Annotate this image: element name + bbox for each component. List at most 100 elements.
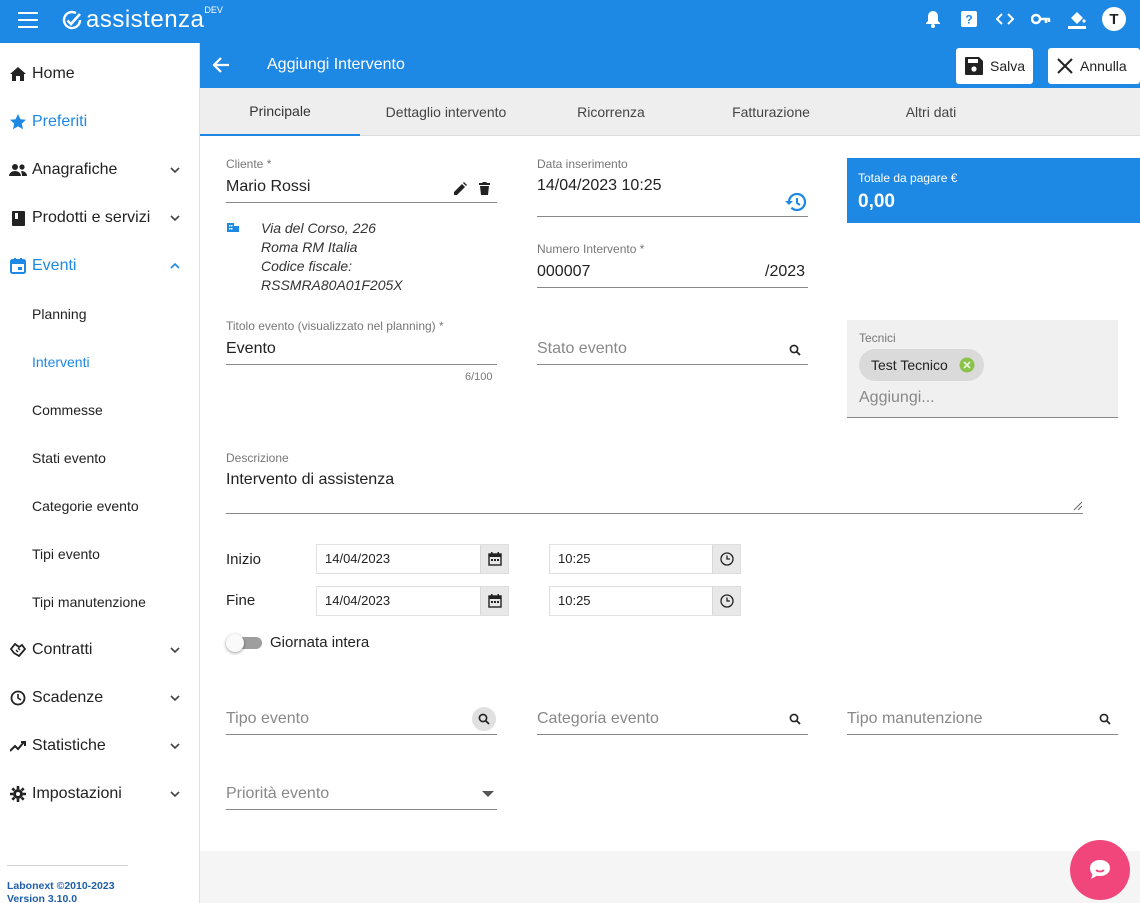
cliente-field[interactable]: Mario Rossi [226,178,310,196]
sidebar-item-tipi-manutenzione[interactable]: Tipi manutenzione [0,578,199,626]
inizio-time-input[interactable]: 10:25 [549,544,741,574]
history-icon[interactable] [784,192,806,212]
gear-icon [9,785,27,803]
data-inserimento-label: Data inserimento [537,157,628,171]
user-avatar[interactable]: T [1102,7,1126,31]
inizio-date-input[interactable]: 14/04/2023 [316,544,509,574]
tecnici-add-input[interactable]: Aggiungi... [859,389,935,407]
people-icon [9,161,27,179]
totale-box: Totale da pagare € 0,00 [847,158,1140,223]
tipo-evento-underline [226,734,497,735]
chevron-down-icon [170,647,180,654]
fine-time-input[interactable]: 10:25 [549,586,741,616]
sidebar-item-tipi-evento[interactable]: Tipi evento [0,530,199,578]
cancel-button-label: Annulla [1080,58,1127,74]
titolo-evento-label: Titolo evento (visualizzato nel planning… [226,319,444,333]
priorita-evento-select[interactable]: Priorità evento [226,785,329,803]
sidebar-item-eventi[interactable]: Eventi [0,242,199,290]
data-inserimento-field[interactable]: 14/04/2023 10:25 [537,177,662,195]
sidebar-item-impostazioni[interactable]: Impostazioni [0,770,199,818]
app-logo[interactable]: assistenza DEV [60,5,223,34]
search-icon[interactable] [787,342,803,358]
descrizione-label: Descrizione [226,451,289,465]
save-button[interactable]: Salva [956,48,1033,84]
paint-bucket-icon[interactable] [1066,8,1088,30]
sidebar-item-anagrafiche[interactable]: Anagrafiche [0,146,199,194]
sidebar-item-planning[interactable]: Planning [0,290,199,338]
sidebar-item-label: Anagrafiche [32,161,118,178]
fine-date-input[interactable]: 14/04/2023 [316,586,509,616]
sidebar-item-stati-evento[interactable]: Stati evento [0,434,199,482]
page-header: Aggiungi Intervento Salva Annulla [200,43,1140,88]
calendar-icon [9,257,27,275]
categoria-evento-field[interactable]: Categoria evento [537,710,659,728]
sidebar-item-categorie-evento[interactable]: Categorie evento [0,482,199,530]
env-badge: DEV [204,5,223,15]
numero-intervento-field[interactable]: 000007 [537,263,590,281]
sidebar-item-prodotti[interactable]: Prodotti e servizi [0,194,199,242]
tecnici-field[interactable]: Tecnici Test Tecnico Aggiungi... [847,320,1118,418]
sidebar-item-preferiti[interactable]: Preferiti [0,98,199,146]
calendar-picker-icon[interactable] [480,587,508,615]
menu-icon[interactable] [18,12,38,28]
clock-picker-icon[interactable] [712,545,740,573]
sidebar-item-contratti[interactable]: Contratti [0,626,199,674]
inizio-time-value: 10:25 [558,551,591,566]
descrizione-textarea[interactable]: Intervento di assistenza [226,471,394,489]
fine-date-value: 14/04/2023 [325,593,391,608]
tab-dettaglio-intervento[interactable]: Dettaglio intervento [366,88,526,136]
trending-icon [9,737,27,755]
code-icon[interactable] [994,8,1016,30]
calendar-picker-icon[interactable] [480,545,508,573]
cliente-underline [226,202,497,203]
bell-icon[interactable] [922,8,944,30]
numero-intervento-suffix: /2023 [765,263,806,280]
sidebar-item-statistiche[interactable]: Statistiche [0,722,199,770]
address-cf-value: RSSMRA80A01F205X [261,277,403,293]
sidebar-item-label: Prodotti e servizi [32,209,151,226]
titolo-evento-field[interactable]: Evento [226,340,276,358]
dropdown-arrow-icon[interactable] [480,789,496,799]
help-icon[interactable]: ? [958,8,980,30]
tab-principale[interactable]: Principale [200,88,360,136]
giornata-intera-label: Giornata intera [270,634,370,651]
tab-altri-dati[interactable]: Altri dati [851,88,1011,136]
star-icon [9,113,27,131]
giornata-intera-toggle[interactable] [226,634,262,652]
resize-handle-icon[interactable] [1072,500,1082,510]
sidebar-item-label: Eventi [32,257,77,274]
priorita-evento-underline [226,809,497,810]
search-icon[interactable] [1097,711,1113,727]
handshake-icon [9,641,27,659]
edit-pencil-icon[interactable] [452,180,468,196]
tipo-evento-field[interactable]: Tipo evento [226,710,309,728]
clock-picker-icon[interactable] [712,587,740,615]
sidebar-item-interventi[interactable]: Interventi [0,338,199,386]
sidebar-item-scadenze[interactable]: Scadenze [0,674,199,722]
sidebar: Home Preferiti Anagrafiche Prodotti e se… [0,43,200,903]
chat-button[interactable] [1070,840,1130,900]
version-text: Version 3.10.0 [7,893,78,903]
back-arrow-icon[interactable] [211,55,231,75]
inizio-date-value: 14/04/2023 [325,551,391,566]
tab-fatturazione[interactable]: Fatturazione [691,88,851,136]
chip-remove-icon[interactable] [959,357,975,373]
search-icon[interactable] [787,711,803,727]
sidebar-item-commesse[interactable]: Commesse [0,386,199,434]
tecnico-chip[interactable]: Test Tecnico [859,349,984,381]
appbar-actions: ? T [922,7,1126,31]
cliente-label: Cliente * [226,157,272,171]
copyright-text: Labonext ©2010-2023 [7,880,115,892]
tipo-manutenzione-field[interactable]: Tipo manutenzione [847,710,983,728]
home-icon [9,65,27,83]
key-icon[interactable] [1030,8,1052,30]
numero-intervento-label: Numero Intervento * [537,242,645,256]
form-footer-area [200,851,1140,903]
tab-ricorrenza[interactable]: Ricorrenza [531,88,691,136]
search-icon[interactable] [472,707,496,731]
delete-trash-icon[interactable] [476,180,492,196]
cancel-button[interactable]: Annulla [1048,48,1140,84]
sidebar-item-label: Preferiti [32,113,88,130]
sidebar-item-home[interactable]: Home [0,50,199,98]
stato-evento-field[interactable]: Stato evento [537,340,627,358]
